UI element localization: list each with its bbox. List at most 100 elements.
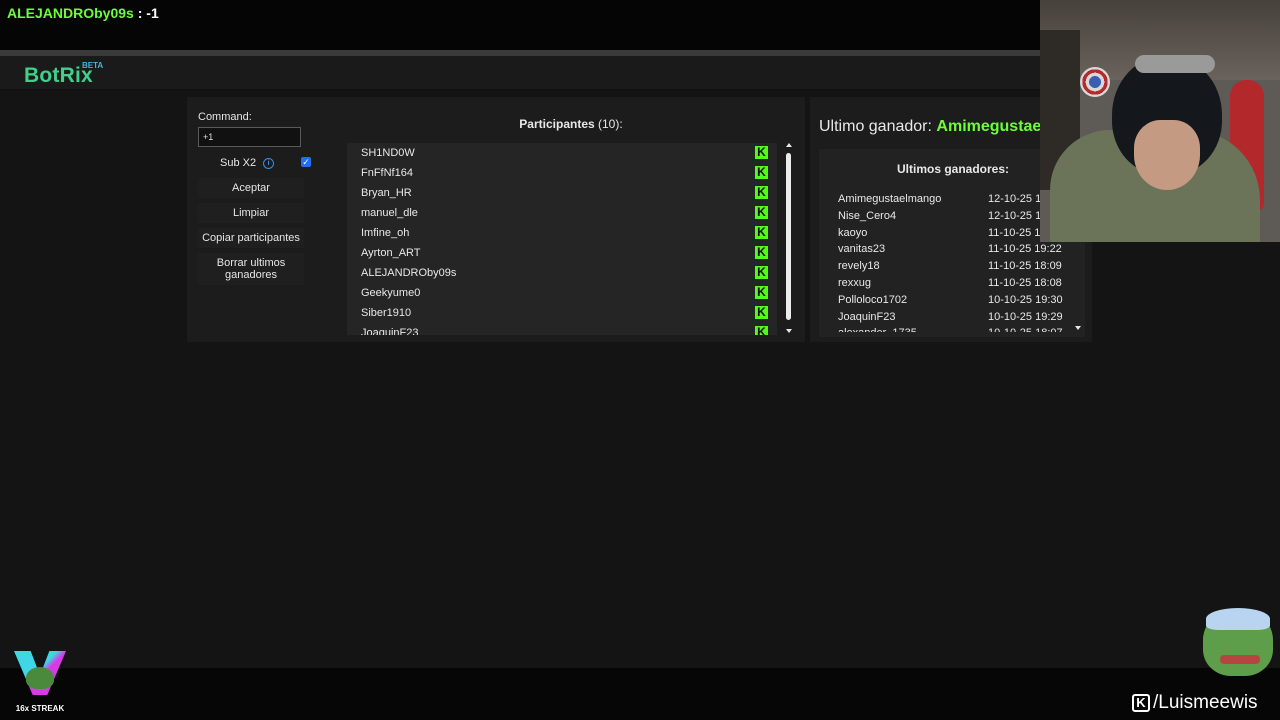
winner-row: rexxug 11-10-25 18:08 [838, 276, 1070, 293]
participant-name: Siber1910 [361, 307, 412, 319]
streak-badge: 16x STREAK [12, 651, 68, 715]
winner-date: 11-10-25 19:22 [988, 243, 1062, 256]
delete-winners-button[interactable]: Borrar ultimos ganadores [198, 253, 304, 285]
winner-date: 10-10-25 18:07 [988, 327, 1063, 332]
winner-row: Amimegustaelmango 12-10-25 1 [838, 192, 1070, 209]
participant-row: Siber1910 K [347, 303, 777, 323]
winner-row: Polloloco1702 10-10-25 19:30 [838, 293, 1070, 310]
giveaway-panel: Command: Sub X2 i ✓ Aceptar Limpiar Copi… [187, 97, 805, 342]
winner-name: vanitas23 [838, 243, 886, 256]
winner-date: 11-10-25 18:08 [988, 276, 1062, 289]
winners-list[interactable]: Amimegustaelmango 12-10-25 1 Nise_Cero4 12-… [838, 192, 1070, 332]
kick-icon: K [755, 306, 768, 319]
participant-name: Ayrton_ART [361, 247, 421, 259]
channel-name: /Luismeewis [1153, 692, 1258, 713]
sub-x2-label: Sub X2 [220, 157, 257, 169]
winner-name: alexander_1735 [838, 327, 917, 332]
kick-icon: K [755, 186, 768, 199]
scrollbar-thumb[interactable] [786, 153, 791, 320]
participant-row: JoaquinF23 K [347, 323, 777, 335]
last-winner-label: Ultimo ganador: [819, 118, 932, 135]
app-header: BotRix BETA [0, 56, 1040, 90]
chat-username: ALEJANDROby09s [7, 5, 134, 21]
winner-date: 12-10-25 1 [988, 209, 1042, 222]
participant-row: manuel_dle K [347, 203, 777, 223]
participant-row: SH1ND0W K [347, 143, 777, 163]
sub-x2-checkbox[interactable]: ✓ [301, 157, 311, 167]
kick-icon: K [755, 326, 768, 335]
participants-title-text: Participantes [519, 117, 595, 131]
kick-icon: K [755, 146, 768, 159]
participants-count: (10): [598, 117, 623, 131]
kick-icon: K [755, 246, 768, 259]
command-input[interactable] [198, 127, 301, 147]
scroll-up-arrow-icon[interactable] [786, 143, 792, 147]
clear-button[interactable]: Limpiar [198, 203, 304, 223]
last-winner-name: Amimegustael [936, 118, 1046, 135]
participant-name: ALEJANDROby09s [361, 267, 457, 279]
participants-title: Participantes (10): [347, 117, 795, 131]
kick-icon: K [755, 166, 768, 179]
participant-row: Ayrton_ART K [347, 243, 777, 263]
beta-badge: BETA [82, 61, 104, 70]
streamer-face [1134, 120, 1200, 190]
headset [1135, 55, 1215, 73]
controls-column: Command: Sub X2 i ✓ Aceptar Limpiar Copi… [198, 111, 318, 285]
kick-icon: K [755, 226, 768, 239]
last-winner-line: Ultimo ganador: Amimegustael [819, 118, 1046, 136]
winner-date: 12-10-25 1 [988, 193, 1042, 205]
winner-name: Nise_Cero4 [838, 209, 897, 222]
participant-row: Bryan_HR K [347, 183, 777, 203]
pepe-hat [1206, 608, 1270, 630]
bottom-bar [0, 668, 1280, 720]
kick-logo-icon: K [1132, 694, 1150, 712]
winner-name: JoaquinF23 [838, 310, 896, 323]
scroll-down-arrow-icon[interactable] [786, 329, 792, 333]
chat-message-line: ALEJANDROby09s : -1 [7, 5, 159, 21]
winner-date: 11-10-25 18:09 [988, 260, 1062, 273]
kick-icon: K [755, 206, 768, 219]
accept-button[interactable]: Aceptar [198, 178, 304, 198]
winner-name: Amimegustaelmango [838, 193, 942, 205]
winner-row: vanitas23 11-10-25 19:22 [838, 242, 1070, 259]
kick-icon: K [755, 266, 768, 279]
participants-scrollbar[interactable] [785, 143, 795, 337]
participant-row: FnFfNf164 K [347, 163, 777, 183]
winner-row: Nise_Cero4 12-10-25 1 [838, 209, 1070, 226]
participant-name: manuel_dle [361, 207, 418, 219]
command-label: Command: [198, 111, 252, 123]
copy-participants-button[interactable]: Copiar participantes [198, 228, 304, 248]
winner-name: Polloloco1702 [838, 293, 908, 306]
chat-separator: : [137, 5, 143, 21]
pepe-mouth [1220, 655, 1260, 664]
kick-icon: K [755, 286, 768, 299]
winner-row: alexander_1735 10-10-25 18:07 [838, 326, 1070, 332]
winner-row: kaoyo 11-10-25 19 [838, 226, 1070, 243]
info-icon[interactable]: i [263, 158, 274, 169]
streak-frog-icon [26, 667, 54, 689]
winner-row: JoaquinF23 10-10-25 19:29 [838, 310, 1070, 327]
participant-name: SH1ND0W [361, 147, 415, 159]
winner-name: revely18 [838, 260, 880, 273]
captain-america-shield [1080, 67, 1110, 97]
channel-brand: K/Luismeewis [1132, 692, 1258, 714]
participants-list[interactable]: SH1ND0W K FnFfNf164 K Bryan_HR Kmanuel_dle K Im… [347, 143, 777, 335]
chat-overlay: ALEJANDROby09s : -1 [0, 0, 1040, 50]
winners-scroll-down-icon[interactable] [1075, 326, 1081, 330]
winner-date: 10-10-25 19:29 [988, 310, 1063, 323]
participant-row: Imfine_oh K [347, 223, 777, 243]
sub-x2-option: Sub X2 i ✓ [198, 155, 318, 173]
winner-name: kaoyo [838, 226, 868, 239]
winner-date: 11-10-25 19 [988, 226, 1047, 239]
winner-row: revely18 11-10-25 18:09 [838, 259, 1070, 276]
chat-message-text: -1 [146, 5, 159, 21]
participant-row: Geekyume0 K [347, 283, 777, 303]
participant-name: Geekyume0 [361, 287, 421, 299]
participant-name: FnFfNf164 [361, 167, 413, 179]
winner-name: rexxug [838, 276, 872, 289]
participant-name: JoaquinF23 [361, 327, 419, 335]
participant-row: ALEJANDROby09s K [347, 263, 777, 283]
streak-label: 16x STREAK [15, 704, 65, 713]
winner-date: 10-10-25 19:30 [988, 293, 1063, 306]
participant-name: Imfine_oh [361, 227, 410, 239]
